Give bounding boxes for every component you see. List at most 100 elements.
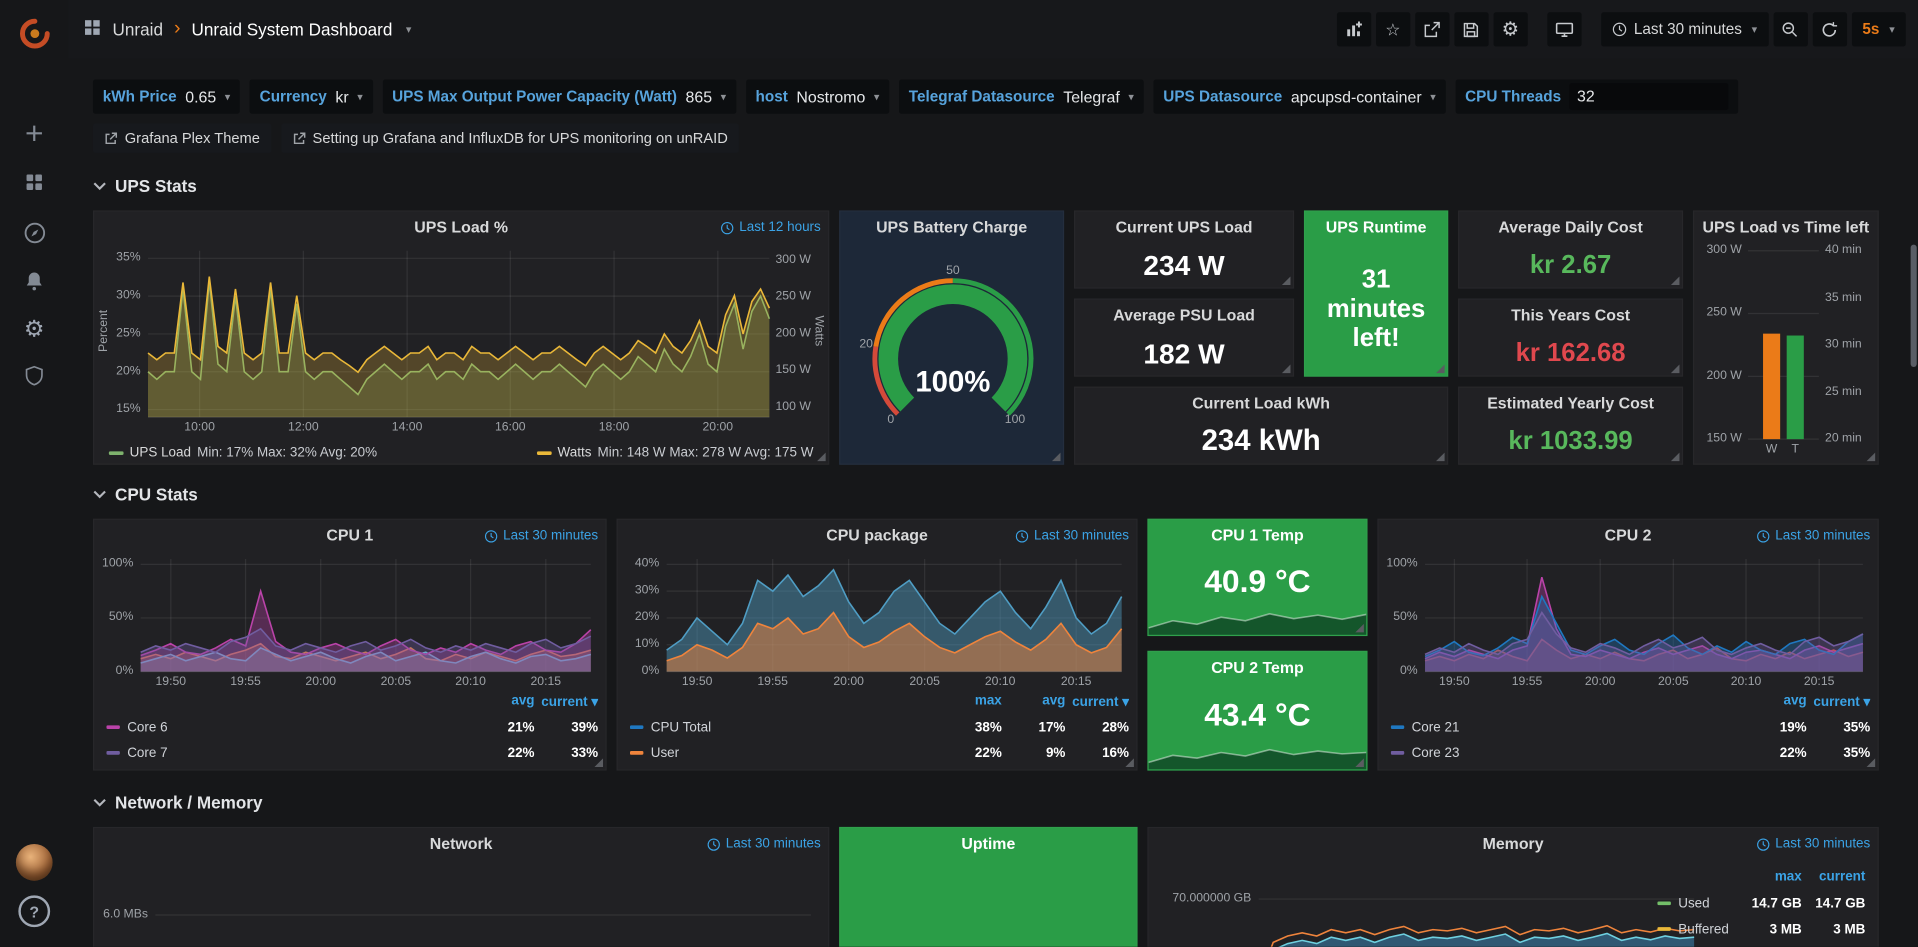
legend-column-avg[interactable]: avg bbox=[1002, 694, 1066, 715]
panel-header[interactable]: UPS Runtime bbox=[1305, 212, 1447, 244]
panel-title[interactable]: UPS Load vs Time left bbox=[1694, 212, 1877, 244]
panel-title[interactable]: Average Daily Cost bbox=[1459, 212, 1682, 244]
panel-resize-handle[interactable] bbox=[1671, 453, 1680, 462]
chart-canvas[interactable] bbox=[1149, 603, 1367, 635]
variable-ups-max-output-power-capacity-watt-[interactable]: UPS Max Output Power Capacity (Watt)865▾ bbox=[382, 80, 736, 114]
panel-resize-handle[interactable] bbox=[1867, 758, 1876, 767]
legend-column-max[interactable]: max bbox=[938, 694, 1002, 715]
panel-header[interactable]: UPS Load vs Time left bbox=[1694, 212, 1877, 244]
legend-series-name[interactable]: Buffered bbox=[1678, 922, 1729, 937]
variable-telegraf-datasource[interactable]: Telegraf DatasourceTelegraf▾ bbox=[899, 80, 1144, 114]
legend-series-name[interactable]: UPS Load bbox=[130, 445, 191, 460]
chart-canvas[interactable] bbox=[1383, 552, 1875, 691]
configuration-gear-icon[interactable]: ⚙ bbox=[12, 308, 56, 350]
dashboard-link[interactable]: Setting up Grafana and InfluxDB for UPS … bbox=[281, 124, 739, 153]
chart-canvas[interactable] bbox=[99, 552, 603, 691]
legend-series-name[interactable]: Watts bbox=[558, 445, 592, 460]
legend-column-current[interactable]: current ▾ bbox=[1807, 694, 1871, 715]
panel-timerange[interactable]: Last 30 minutes bbox=[1752, 828, 1870, 860]
panel-title[interactable]: This Years Cost bbox=[1459, 300, 1682, 332]
panel-header[interactable]: CPU package Last 30 minutes bbox=[618, 520, 1137, 552]
panel-header[interactable]: CPU 1 Temp bbox=[1149, 520, 1367, 552]
panel-title[interactable]: Uptime bbox=[840, 828, 1136, 860]
breadcrumb-app[interactable]: Unraid bbox=[113, 20, 163, 40]
create-plus-icon[interactable] bbox=[12, 113, 56, 155]
legend-column-current[interactable]: current ▾ bbox=[1065, 694, 1129, 715]
panel-header[interactable]: CPU 1 Last 30 minutes bbox=[94, 520, 605, 552]
refresh-button[interactable] bbox=[1812, 12, 1846, 46]
panel-timerange[interactable]: Last 12 hours bbox=[716, 212, 821, 244]
section-header-netmem[interactable]: Network / Memory bbox=[93, 793, 263, 813]
panel-resize-handle[interactable] bbox=[1125, 758, 1134, 767]
panel-resize-handle[interactable] bbox=[1282, 276, 1291, 285]
panel-title[interactable]: UPS Battery Charge bbox=[840, 212, 1063, 244]
panel-header[interactable]: Network Last 30 minutes bbox=[94, 828, 828, 860]
star-button[interactable]: ☆ bbox=[1376, 12, 1410, 46]
bar-W[interactable] bbox=[1763, 334, 1780, 439]
chart-canvas[interactable] bbox=[99, 243, 826, 436]
panel-title[interactable]: Average PSU Load bbox=[1075, 300, 1293, 332]
time-range-picker[interactable]: Last 30 minutes ▾ bbox=[1601, 12, 1768, 46]
panel-timerange[interactable]: Last 30 minutes bbox=[703, 828, 821, 860]
settings-gear-button[interactable]: ⚙ bbox=[1493, 12, 1527, 46]
variable-value[interactable]: apcupsd-container bbox=[1291, 87, 1422, 105]
legend-column-avg[interactable]: avg bbox=[1743, 694, 1807, 715]
legend-series-name[interactable]: User bbox=[651, 746, 679, 761]
chart-canvas[interactable] bbox=[99, 860, 826, 947]
legend-column-current[interactable]: current ▾ bbox=[535, 694, 599, 715]
panel-resize-handle[interactable] bbox=[1671, 365, 1680, 374]
chart-canvas[interactable] bbox=[623, 552, 1134, 691]
dashboard-link[interactable]: Grafana Plex Theme bbox=[93, 124, 271, 153]
panel-header[interactable]: Average PSU Load bbox=[1075, 300, 1293, 332]
panel-title[interactable]: UPS Runtime bbox=[1305, 212, 1447, 244]
variable-value[interactable]: Nostromo bbox=[796, 87, 865, 105]
legend-series-name[interactable]: Core 7 bbox=[127, 746, 167, 761]
bar-T[interactable] bbox=[1787, 336, 1804, 440]
alerting-bell-icon[interactable] bbox=[12, 261, 56, 303]
refresh-interval-picker[interactable]: 5s ▾ bbox=[1851, 12, 1905, 46]
panel-header[interactable]: CPU 2 Last 30 minutes bbox=[1379, 520, 1878, 552]
add-panel-button[interactable] bbox=[1337, 12, 1371, 46]
panel-resize-handle[interactable] bbox=[1282, 365, 1291, 374]
panel-resize-handle[interactable] bbox=[1355, 624, 1364, 633]
variable-value[interactable]: 865 bbox=[686, 87, 713, 105]
variable-ups-datasource[interactable]: UPS Datasourceapcupsd-container▾ bbox=[1153, 80, 1445, 114]
panel-resize-handle[interactable] bbox=[594, 758, 603, 767]
chevron-down-icon[interactable]: ▾ bbox=[403, 23, 411, 36]
variable-currency[interactable]: Currencykr▾ bbox=[250, 80, 373, 114]
legend-column-current[interactable]: current bbox=[1802, 870, 1866, 891]
panel-header[interactable]: This Years Cost bbox=[1459, 300, 1682, 332]
panel-resize-handle[interactable] bbox=[1436, 365, 1445, 374]
variable-host[interactable]: hostNostromo▾ bbox=[746, 80, 889, 114]
dashboard-grid-icon[interactable] bbox=[83, 18, 101, 40]
panel-resize-handle[interactable] bbox=[1671, 276, 1680, 285]
server-admin-shield-icon[interactable] bbox=[12, 355, 56, 397]
panel-title[interactable]: CPU 2 Temp bbox=[1149, 652, 1367, 684]
section-header-cpu[interactable]: CPU Stats bbox=[93, 484, 198, 504]
legend-series-name[interactable]: Used bbox=[1678, 896, 1709, 911]
zoom-out-button[interactable] bbox=[1773, 12, 1807, 46]
panel-header[interactable]: Average Daily Cost bbox=[1459, 212, 1682, 244]
legend-series-name[interactable]: Core 23 bbox=[1412, 746, 1460, 761]
cycle-view-monitor-button[interactable] bbox=[1547, 12, 1581, 46]
explore-compass-icon[interactable] bbox=[12, 212, 56, 254]
panel-timerange[interactable]: Last 30 minutes bbox=[1011, 520, 1129, 552]
variable-value[interactable]: 32 bbox=[1570, 83, 1729, 110]
panel-header[interactable]: CPU 2 Temp bbox=[1149, 652, 1367, 684]
panel-header[interactable]: Uptime bbox=[840, 828, 1136, 860]
variable-kwh-price[interactable]: kWh Price0.65▾ bbox=[93, 80, 240, 114]
panel-timerange[interactable]: Last 30 minutes bbox=[480, 520, 598, 552]
section-header-ups[interactable]: UPS Stats bbox=[93, 176, 197, 196]
panel-title[interactable]: CPU 1 Temp bbox=[1149, 520, 1367, 552]
panel-resize-handle[interactable] bbox=[1355, 758, 1364, 767]
save-button[interactable] bbox=[1454, 12, 1488, 46]
help-icon[interactable]: ? bbox=[12, 890, 56, 932]
variable-cpu-threads[interactable]: CPU Threads32 bbox=[1455, 80, 1738, 114]
panel-resize-handle[interactable] bbox=[817, 453, 826, 462]
panel-header[interactable]: Estimated Yearly Cost bbox=[1459, 388, 1682, 420]
panel-header[interactable]: UPS Load % Last 12 hours bbox=[94, 212, 828, 244]
legend-series-name[interactable]: CPU Total bbox=[651, 720, 711, 735]
panel-header[interactable]: Current UPS Load bbox=[1075, 212, 1293, 244]
panel-title[interactable]: Estimated Yearly Cost bbox=[1459, 388, 1682, 420]
share-button[interactable] bbox=[1415, 12, 1449, 46]
